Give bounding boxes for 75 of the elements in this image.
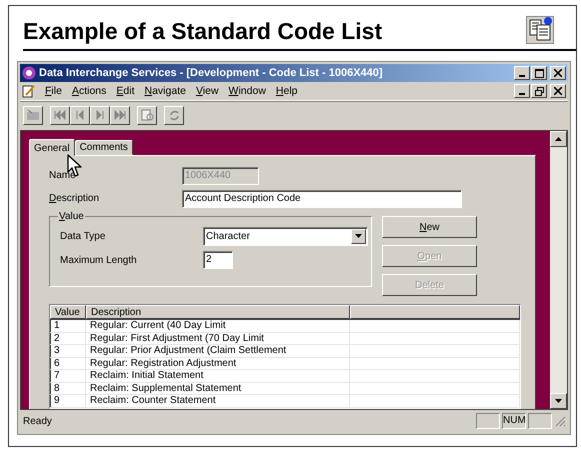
refresh-icon <box>168 108 180 122</box>
group-legend: Value <box>58 211 85 222</box>
max-length-field[interactable]: 2 <box>203 251 233 269</box>
table-cell: 6 <box>50 358 86 369</box>
maximize-icon <box>534 68 544 78</box>
next-record-button[interactable] <box>90 106 110 124</box>
table-cell: 7 <box>50 370 86 382</box>
table-cell: Reclaim: Counter Statement <box>86 395 350 406</box>
resize-grip-icon <box>555 416 566 426</box>
refresh-button[interactable] <box>164 106 184 124</box>
table-cell: 2 <box>50 332 86 344</box>
status-panel <box>528 413 552 429</box>
window-title: Data Interchange Services - [Development - Code List - 1006X440] <box>39 67 384 79</box>
caret-icon <box>355 234 362 238</box>
data-type-dropdown[interactable]: Character <box>203 226 368 246</box>
num-lock-indicator: NUM <box>502 413 526 429</box>
restore-icon <box>534 86 544 96</box>
action-button[interactable]: New <box>382 216 477 238</box>
table-cell: Regular: Prior Adjustment (Claim Settlement <box>86 345 350 356</box>
vertical-scrollbar[interactable] <box>550 131 567 409</box>
slide-title: Example of a Standard Code List <box>23 18 382 44</box>
previous-icon <box>75 110 85 120</box>
table-cell: Regular: Registration Adjustment <box>86 358 350 369</box>
document-magnifier-icon <box>140 108 154 122</box>
first-icon <box>54 110 66 120</box>
close-button[interactable] <box>550 84 566 98</box>
text-field[interactable]: Account Description Code <box>182 190 462 208</box>
notepad-pencil-icon <box>22 84 36 98</box>
close-icon <box>554 69 562 77</box>
status-text: Ready <box>23 416 53 426</box>
toolbar-button[interactable] <box>23 106 43 124</box>
down-arrow-icon <box>555 399 562 403</box>
field-label: Data Type <box>60 230 106 242</box>
up-arrow-icon <box>555 137 562 141</box>
tab[interactable]: General <box>29 139 75 156</box>
close-button[interactable] <box>550 66 566 80</box>
last-icon <box>114 110 126 120</box>
close-icon <box>554 87 562 95</box>
restore-button[interactable] <box>531 84 547 98</box>
menu-item[interactable]: Navigate <box>140 84 191 98</box>
field-label: Name <box>49 170 77 181</box>
status-panel <box>476 413 500 429</box>
table-cell: Reclaim: Supplemental Statement <box>86 382 350 394</box>
minimize-button[interactable] <box>514 66 530 80</box>
field-label: Maximum Length <box>60 254 138 266</box>
menu-item[interactable]: File <box>40 84 67 98</box>
tab[interactable]: Comments <box>74 140 133 155</box>
scroll-up-button[interactable] <box>550 131 567 147</box>
menu-item[interactable]: Actions <box>66 84 112 98</box>
menu-item[interactable]: Edit <box>111 84 140 98</box>
scroll-down-button[interactable] <box>550 393 567 409</box>
next-icon <box>95 110 105 120</box>
table-cell: Regular: Current (40 Day Limit <box>86 320 350 332</box>
menu-item[interactable]: View <box>190 84 224 98</box>
column-header[interactable]: Description <box>86 305 350 319</box>
table-cell: Regular: First Adjustment (70 Day Limit <box>86 332 350 344</box>
maximize-button[interactable] <box>531 66 547 80</box>
tray-icon <box>26 109 40 121</box>
column-header[interactable]: Value <box>50 305 86 319</box>
table-cell: Reclaim: Initial Statement <box>86 370 350 382</box>
menu-item[interactable]: Window <box>224 84 271 98</box>
previous-record-button[interactable] <box>70 106 90 124</box>
find-button[interactable] <box>137 106 157 124</box>
table-cell: 3 <box>50 345 86 356</box>
minimize-button[interactable] <box>514 84 530 98</box>
first-record-button[interactable] <box>50 106 70 124</box>
table-cell: 1 <box>50 320 86 332</box>
field-label: Description <box>49 193 100 204</box>
table-cell: 8 <box>50 382 86 394</box>
app-logo-icon <box>22 66 36 80</box>
documents-icon <box>526 16 554 44</box>
last-record-button[interactable] <box>110 106 130 124</box>
column-header[interactable] <box>350 305 520 319</box>
table-cell: 9 <box>50 395 86 406</box>
menu-item[interactable]: Help <box>270 84 303 98</box>
